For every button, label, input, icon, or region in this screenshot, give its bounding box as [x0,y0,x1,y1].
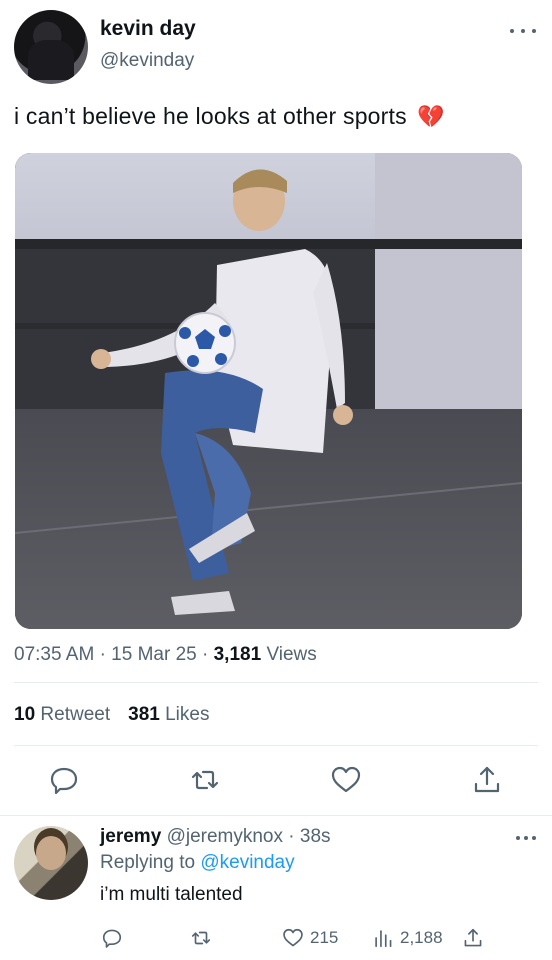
meta-separator: · [202,644,209,665]
reply-views-count: 2,188 [400,928,443,947]
author-handle[interactable]: @kevinday [100,50,194,72]
reply-icon[interactable] [101,926,123,950]
broken-heart-icon: 💔 [417,104,446,129]
more-icon[interactable] [516,834,536,842]
share-icon[interactable] [471,764,503,796]
retweet-icon[interactable] [190,926,212,950]
reply-header: jeremy @jeremyknox · 38s [100,826,331,848]
tweet-action-bar [0,764,552,798]
views-icon [375,930,392,948]
divider [14,745,538,746]
likes-count: 381 [128,704,160,725]
reply-likes-count: 215 [310,928,339,947]
reply-icon[interactable] [48,764,80,796]
replying-to-link[interactable]: @kevinday [200,852,294,873]
views-label: Views [266,644,317,665]
meta-separator: · [99,644,106,665]
tweet-stats: 10 Retweet 381 Likes [14,704,209,726]
more-icon[interactable] [510,24,536,38]
photo-illustration [15,153,522,629]
retweet-icon[interactable] [189,764,221,796]
divider [14,682,538,683]
tweet-text: i can’t believe he looks at other sports… [14,103,445,130]
reply-action-bar: 215 2,188 [0,926,552,952]
tweet-date[interactable]: 15 Mar 25 [111,644,197,665]
tweet-header: kevin day @kevinday [14,10,538,86]
likes-label: Likes [165,704,210,725]
views-button[interactable]: 2,188 [372,926,443,950]
retweet-stat[interactable]: 10 Retweet [14,704,110,725]
tweet-time[interactable]: 07:35 AM [14,644,94,665]
avatar[interactable] [14,10,88,84]
reply-tweet[interactable]: jeremy @jeremyknox · 38s Replying to @ke… [0,815,552,960]
likes-stat[interactable]: 381 Likes [128,704,209,725]
reply-author-name[interactable]: jeremy [100,826,161,847]
reply-text: i’m multi talented [100,884,243,905]
like-icon [283,928,303,947]
views-count: 3,181 [213,644,262,665]
tweet-photo[interactable] [15,153,522,629]
like-icon[interactable] [330,764,362,796]
reply-time[interactable]: 38s [300,826,331,847]
meta-separator: · [288,826,295,847]
retweet-label: Retweet [40,704,111,725]
tweet-meta: 07:35 AM · 15 Mar 25 · 3,181 Views [14,644,317,666]
retweet-count: 10 [14,704,36,725]
reply-author-handle[interactable]: @jeremyknox [167,826,283,847]
like-button[interactable]: 215 [282,926,338,950]
share-icon[interactable] [462,926,484,950]
avatar[interactable] [14,826,88,900]
author-name[interactable]: kevin day [100,17,196,41]
replying-prefix: Replying to [100,852,196,873]
tweet-text-body: i can’t believe he looks at other sports [14,103,407,129]
replying-to: Replying to @kevinday [100,852,295,874]
